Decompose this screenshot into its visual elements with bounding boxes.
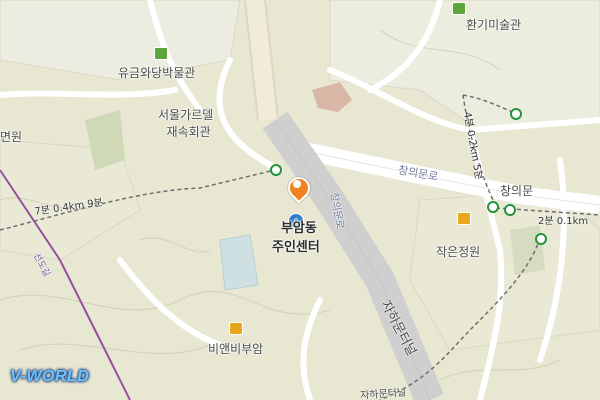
trail-stop-icon[interactable] bbox=[535, 233, 547, 245]
place-label-line: 재속회관 bbox=[166, 125, 211, 139]
garden-icon[interactable] bbox=[457, 212, 471, 225]
place-label-jakeun[interactable]: 작은정원 bbox=[436, 243, 480, 260]
road-label-jahamun-tunnel-bottom: 자하문터널 bbox=[359, 387, 407, 400]
trail-stop-icon[interactable] bbox=[270, 164, 282, 176]
vworld-logo: V-WORLD bbox=[10, 368, 89, 386]
museum-icon[interactable] bbox=[452, 2, 466, 15]
museum-icon[interactable] bbox=[154, 47, 168, 60]
place-label-hwanki[interactable]: 환기미술관 bbox=[466, 16, 521, 33]
lodging-icon[interactable] bbox=[229, 322, 243, 335]
trail-stop-icon[interactable] bbox=[504, 204, 516, 216]
map-canvas[interactable]: 환기미술관 유금와당박물관 서울가르델 재속회관 면원 작은정원 비앤비부암 창… bbox=[0, 0, 600, 400]
place-label-line: 부암동 bbox=[280, 221, 317, 236]
place-label-main[interactable]: 부암동 주인센터 bbox=[272, 217, 320, 255]
place-label-left-partial[interactable]: 면원 bbox=[0, 128, 22, 145]
trail-stop-icon[interactable] bbox=[487, 201, 499, 213]
trail-stop-icon[interactable] bbox=[510, 108, 522, 120]
place-label-seoul-gallery[interactable]: 서울가르델 재속회관 bbox=[158, 106, 213, 140]
place-label-line: 주인센터 bbox=[272, 240, 320, 255]
logo-text: V-WORLD bbox=[10, 368, 90, 385]
place-label-line: 서울가르델 bbox=[158, 108, 214, 122]
trail-label-right: 2분 0.1km bbox=[538, 216, 589, 227]
place-label-biaenbi[interactable]: 비앤비부암 bbox=[208, 340, 263, 357]
pin-center bbox=[293, 180, 301, 188]
place-label-yugeum[interactable]: 유금와당박물관 bbox=[118, 64, 195, 81]
place-label-changuimun[interactable]: 창의문 bbox=[500, 182, 533, 199]
